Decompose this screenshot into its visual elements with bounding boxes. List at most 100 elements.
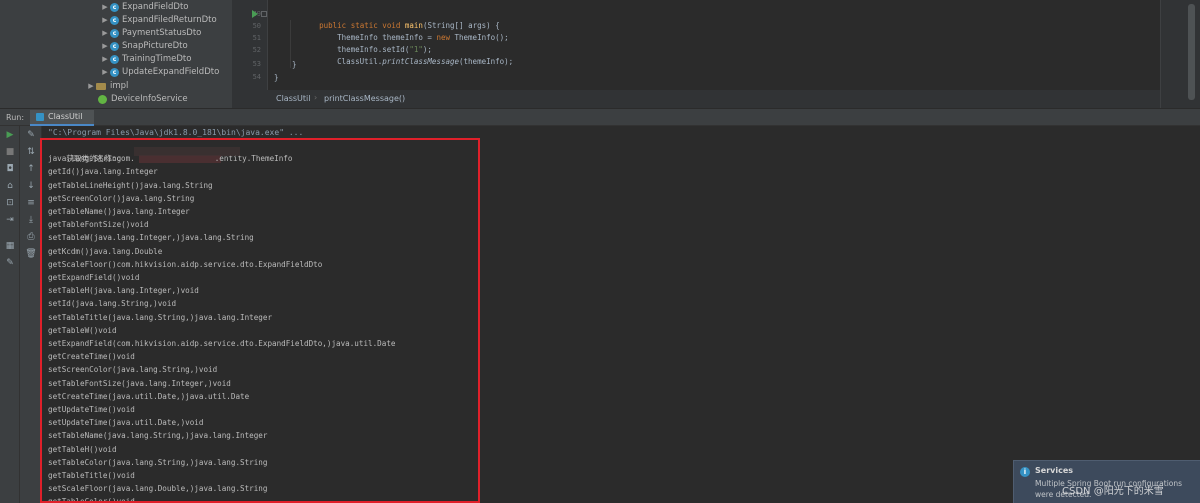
expand-arrow-icon[interactable]: ▶ — [100, 53, 110, 66]
redacted-region — [134, 147, 240, 156]
pin-icon[interactable]: ✎ — [3, 257, 17, 269]
console-output-line: getTableName()java.lang.Integer — [48, 207, 190, 216]
tree-item-updateexpandfielddto[interactable]: ▶ c UpdateExpandFieldDto — [100, 66, 219, 79]
console-output-line: setUpdateTime(java.util.Date,)void — [48, 418, 204, 428]
console-output-line: setTableFontSize(java.lang.Integer,)void — [48, 378, 231, 388]
trash-icon[interactable]: 🗑 — [24, 248, 38, 260]
expand-arrow-icon[interactable]: ▶ — [100, 14, 110, 27]
indent-guide — [290, 20, 291, 68]
tree-item-label: impl — [110, 81, 129, 91]
console-output-line: setScaleFloor(java.lang.Double,)java.lan… — [48, 484, 268, 494]
soft-wrap-icon[interactable]: ≡ — [24, 197, 38, 209]
console-output-line: getTableH()void — [48, 444, 117, 454]
camera-icon[interactable]: ◘ — [3, 163, 17, 175]
line-number: 50 — [252, 22, 261, 30]
exit-icon[interactable]: ⇥ — [3, 214, 17, 226]
class-icon: c — [110, 29, 119, 38]
sort-icon[interactable]: ⇅ — [24, 146, 38, 158]
print-icon[interactable]: ⎙ — [24, 231, 38, 243]
tree-item-label: ExpandFieldDto — [122, 2, 189, 12]
tree-item-expandfielddto[interactable]: ▶ c ExpandFieldDto — [100, 1, 189, 14]
code-line: } — [274, 73, 279, 82]
class-icon: c — [110, 3, 119, 12]
console-output-line: setTableName(java.lang.String,)java.lang… — [48, 431, 268, 441]
code-line: } — [292, 60, 297, 69]
settings-icon[interactable]: ⊡ — [3, 197, 17, 209]
edit-config-icon[interactable]: ✎ — [24, 129, 38, 141]
tree-item-label: TrainingTimeDto — [122, 54, 192, 64]
console-output-line: getId()java.lang.Integer — [48, 167, 158, 177]
line-number: 54 — [252, 73, 261, 81]
layout-icon[interactable]: ▦ — [3, 240, 17, 252]
console-output-line: getTableTitle()void — [48, 471, 135, 480]
run-gutter-icon[interactable] — [252, 10, 258, 18]
code-text: ClassUtil. — [337, 57, 383, 66]
scroll-to-end-icon[interactable]: ⤓ — [24, 214, 38, 226]
console-output-line: setExpandField(com.hikvision.aidp.servic… — [48, 339, 396, 348]
console-output-line: getExpandField()void — [48, 273, 140, 282]
tree-item-snappicturedto[interactable]: ▶ c SnapPictureDto — [100, 40, 188, 53]
project-tree: ▶ c ExpandFieldDto ▶ c ExpandFiledReturn… — [0, 0, 232, 108]
expand-arrow-icon[interactable]: ▶ — [100, 66, 110, 79]
line-number: 53 — [252, 60, 261, 68]
watermark: CSDN @阳光下的米雪 — [1062, 486, 1164, 497]
expand-arrow-icon[interactable]: ▶ — [100, 1, 110, 14]
code-editor[interactable]: 49 50 51 52 53 54 public static void mai… — [232, 0, 1160, 90]
interface-icon — [98, 95, 107, 104]
restore-layout-icon[interactable]: ⌂ — [3, 180, 17, 192]
expand-arrow-icon[interactable]: ▶ — [86, 80, 96, 93]
code-text: ThemeInfo(); — [454, 33, 509, 42]
tree-item-expandfiledreturndto[interactable]: ▶ c ExpandFiledReturnDto — [100, 14, 217, 27]
class-icon: c — [110, 42, 119, 51]
tree-item-label: DeviceInfoService — [111, 94, 188, 104]
console-output-line: getUpdateTime()void — [48, 405, 135, 414]
console-output-line: setId(java.lang.String,)void — [48, 299, 177, 309]
run-toolbar-left: ▶ ■ ◘ ⌂ ⊡ ⇥ ▦ ✎ — [0, 126, 20, 503]
breadcrumb: ClassUtil › printClassMessage() — [232, 90, 1160, 108]
console-output-line: setTableTitle(java.lang.String,)java.lan… — [48, 312, 273, 322]
run-label: Run: — [6, 113, 25, 122]
run-panel-header: Run: ClassUtil — [0, 108, 1200, 126]
run-config-icon — [36, 113, 44, 121]
breadcrumb-method[interactable]: printClassMessage() — [324, 94, 405, 103]
stop-icon[interactable]: ■ — [3, 146, 17, 158]
class-icon: c — [110, 55, 119, 64]
class-icon: c — [110, 68, 119, 77]
rerun-icon[interactable]: ▶ — [3, 129, 17, 141]
folder-icon — [96, 83, 106, 90]
up-arrow-icon[interactable]: ↑ — [24, 163, 38, 175]
expand-arrow-icon[interactable]: ▶ — [100, 27, 110, 40]
run-console[interactable]: ▶ ■ ◘ ⌂ ⊡ ⇥ ▦ ✎ ✎ ⇅ ↑ ↓ ≡ ⤓ ⎙ 🗑 "C:\Prog… — [0, 126, 1200, 503]
down-arrow-icon[interactable]: ↓ — [24, 180, 38, 192]
tree-item-impl[interactable]: ▶ impl — [86, 80, 128, 93]
tree-item-trainingtimedto[interactable]: ▶ c TrainingTimeDto — [100, 53, 191, 66]
console-output-line: setScreenColor(java.lang.String,)void — [48, 365, 218, 375]
tree-item-deviceinfoservice[interactable]: DeviceInfoService — [88, 93, 188, 106]
line-number: 52 — [252, 46, 261, 54]
breadcrumb-separator-icon: › — [314, 93, 318, 102]
editor-scrollbar[interactable] — [1188, 4, 1195, 100]
run-tab-classutil[interactable]: ClassUtil — [30, 110, 95, 126]
expand-arrow-icon[interactable]: ▶ — [100, 40, 110, 53]
tree-item-label: PaymentStatusDto — [122, 28, 202, 38]
console-output-line: getTableFontSize()void — [48, 220, 149, 230]
breadcrumb-class[interactable]: ClassUtil — [276, 94, 310, 103]
run-tab-label: ClassUtil — [48, 112, 83, 121]
code-text: (themeInfo); — [459, 57, 514, 66]
tree-item-paymentstatusdto[interactable]: ▶ c PaymentStatusDto — [100, 27, 201, 40]
console-output-line: getCreateTime()void — [48, 352, 135, 362]
console-output-line: getScaleFloor()com.hikvision.aidp.servic… — [48, 259, 323, 269]
console-output-line: java.lang.String — [48, 154, 122, 164]
console-output-line: getTableW()void — [48, 325, 117, 335]
run-toolbar-right: ✎ ⇅ ↑ ↓ ≡ ⤓ ⎙ 🗑 — [20, 126, 42, 503]
console-output-line: setTableColor(java.lang.String,)java.lan… — [48, 457, 268, 467]
info-icon: i — [1020, 467, 1030, 477]
fold-icon[interactable] — [261, 11, 267, 17]
tree-item-label: UpdateExpandFieldDto — [122, 67, 220, 77]
console-output-line: getScreenColor()java.lang.String — [48, 193, 195, 203]
tree-item-label: SnapPictureDto — [122, 41, 188, 51]
console-output-line: setCreateTime(java.util.Date,)java.util.… — [48, 391, 250, 401]
console-output-line: getTableColor()void — [48, 497, 135, 503]
console-output-line: setTableH(java.lang.Integer,)void — [48, 286, 199, 296]
editor-gutter: 49 50 51 52 53 54 — [232, 0, 268, 90]
